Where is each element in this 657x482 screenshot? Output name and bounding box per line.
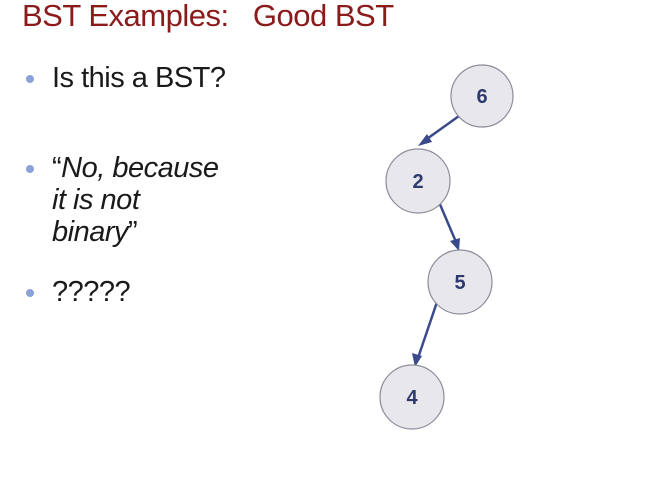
bst-diagram: 6 2 5 4 — [379, 64, 514, 430]
edge-5-4 — [416, 301, 439, 359]
node-label: 5 — [454, 272, 465, 294]
arrowhead-icon — [450, 238, 460, 251]
tree-node: 4 — [379, 364, 445, 430]
node-label: 4 — [406, 387, 418, 409]
node-label: 6 — [476, 86, 487, 108]
edge-2-5 — [437, 201, 458, 243]
edge-6-2 — [423, 114, 460, 143]
tree-node: 2 — [385, 148, 451, 214]
node-label: 2 — [412, 171, 423, 193]
tree-node: 5 — [427, 249, 493, 315]
tree-node: 6 — [450, 64, 514, 128]
